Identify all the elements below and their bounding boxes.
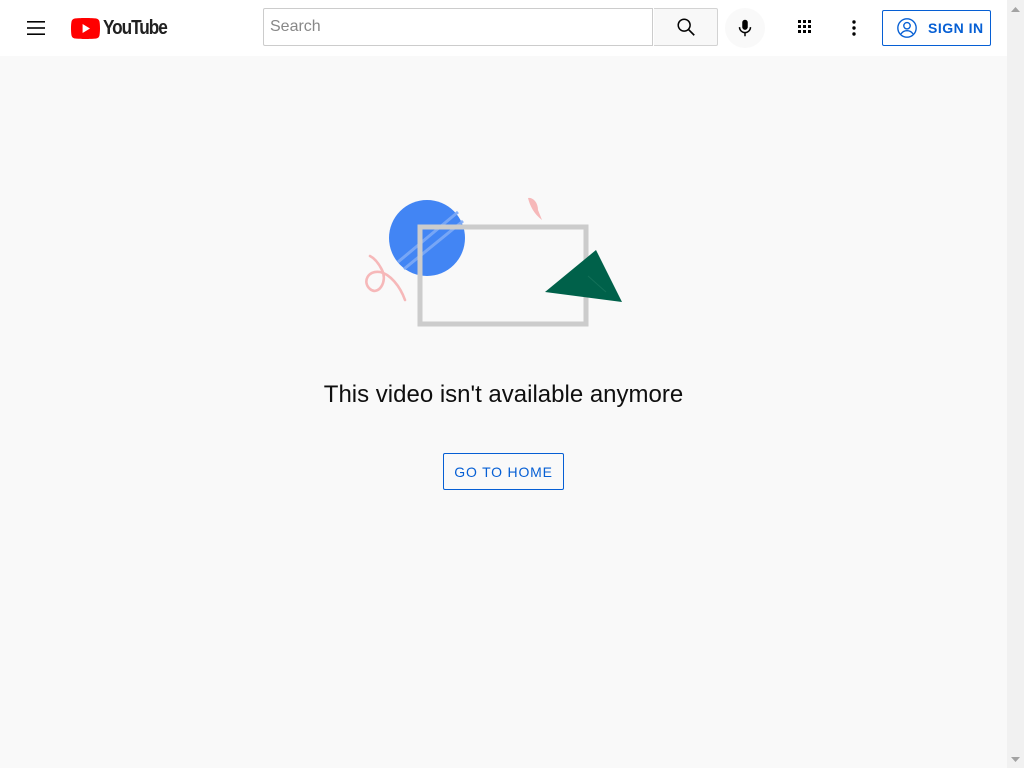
unavailable-video-illustration xyxy=(365,197,622,327)
hamburger-menu-icon xyxy=(27,21,45,35)
search-box[interactable] xyxy=(263,8,653,46)
search-input[interactable] xyxy=(264,9,652,45)
page: YouTube Search SIGN IN This video isn't … xyxy=(0,0,1024,768)
sign-in-label: SIGN IN xyxy=(928,20,984,36)
settings-more-button[interactable] xyxy=(834,8,874,48)
pink-half-circle-shape xyxy=(528,197,542,220)
go-to-home-button[interactable]: GO TO HOME xyxy=(443,453,564,490)
unavailable-message: This video isn't available anymore xyxy=(323,381,684,408)
youtube-logo[interactable]: YouTube xyxy=(71,16,177,40)
logo-wordmark: YouTube xyxy=(103,16,168,39)
voice-search-button[interactable] xyxy=(725,8,765,48)
youtube-play-icon xyxy=(71,17,100,39)
scroll-up-arrow-icon[interactable] xyxy=(1007,0,1024,17)
apps-grid-icon xyxy=(798,20,811,33)
youtube-apps-button[interactable] xyxy=(786,8,826,48)
microphone-icon xyxy=(738,19,752,37)
more-vertical-icon xyxy=(852,20,856,36)
masthead: YouTube Search SIGN IN xyxy=(0,0,1007,56)
search-icon xyxy=(676,18,695,36)
search-button[interactable] xyxy=(654,8,718,46)
sign-in-button[interactable]: SIGN IN xyxy=(882,10,991,46)
guide-menu-button[interactable] xyxy=(16,8,56,48)
scroll-down-arrow-icon[interactable] xyxy=(1007,751,1024,768)
vertical-scrollbar[interactable] xyxy=(1007,0,1024,768)
account-circle-icon xyxy=(897,18,917,38)
